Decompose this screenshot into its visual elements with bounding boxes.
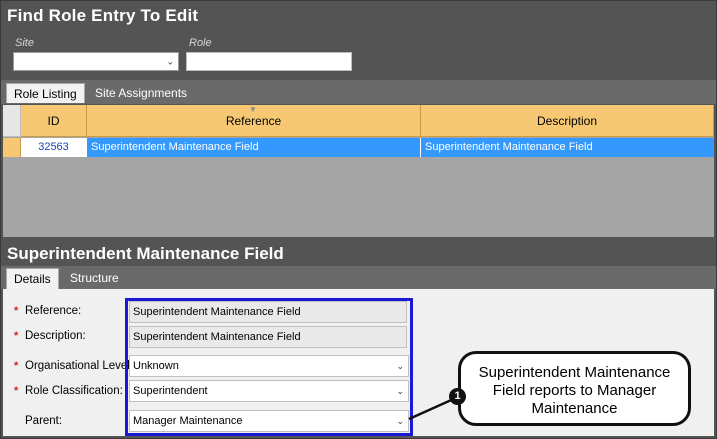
required-marker: *	[14, 330, 19, 342]
role-input[interactable]	[186, 52, 352, 71]
required-marker: *	[14, 305, 19, 317]
description-label: Description:	[25, 330, 86, 342]
role-label: Role	[189, 37, 212, 49]
callout-text: Superintendent Maintenance Field reports…	[478, 364, 671, 417]
parent-label: Parent:	[25, 415, 63, 427]
row-description-cell[interactable]: Superintendent Maintenance Field	[421, 138, 714, 157]
tab-details[interactable]: Details	[6, 268, 59, 289]
column-header-description[interactable]: Description	[421, 105, 714, 137]
tab-role-listing[interactable]: Role Listing	[6, 83, 85, 103]
chevron-down-icon: ⌄	[166, 56, 174, 66]
tab-structure[interactable]: Structure	[63, 268, 126, 288]
row-reference-cell[interactable]: Superintendent Maintenance Field	[87, 138, 421, 157]
row-selector[interactable]	[3, 138, 21, 157]
highlight-box	[125, 298, 413, 436]
column-header-id[interactable]: ID	[21, 105, 87, 137]
callout-number-badge: 1	[449, 388, 466, 405]
org-level-label: Organisational Level:	[25, 360, 134, 372]
detail-tabstrip: Details Structure	[1, 266, 716, 289]
site-label: Site	[15, 37, 34, 49]
callout-bubble: Superintendent Maintenance Field reports…	[458, 351, 691, 426]
row-id-cell[interactable]: 32563	[21, 138, 87, 157]
required-marker: *	[14, 360, 19, 372]
site-dropdown[interactable]: ⌄	[13, 52, 179, 71]
column-header-reference[interactable]: Reference ▼	[87, 105, 421, 137]
finder-title: Find Role Entry To Edit	[7, 6, 199, 25]
top-tabstrip: Role Listing Site Assignments	[1, 80, 716, 104]
required-marker: *	[14, 385, 19, 397]
role-class-label: Role Classification:	[25, 385, 123, 397]
detail-title: Superintendent Maintenance Field	[7, 244, 284, 263]
tab-site-assignments[interactable]: Site Assignments	[88, 83, 194, 103]
reference-label: Reference:	[25, 305, 82, 317]
sort-arrow-icon: ▼	[249, 105, 257, 114]
role-grid: ID Reference ▼ Description 32563 Superin…	[3, 105, 714, 237]
role-editor-window: Find Role Entry To Edit Site ⌄ Role Role…	[0, 0, 717, 439]
row-header-corner	[3, 105, 21, 137]
